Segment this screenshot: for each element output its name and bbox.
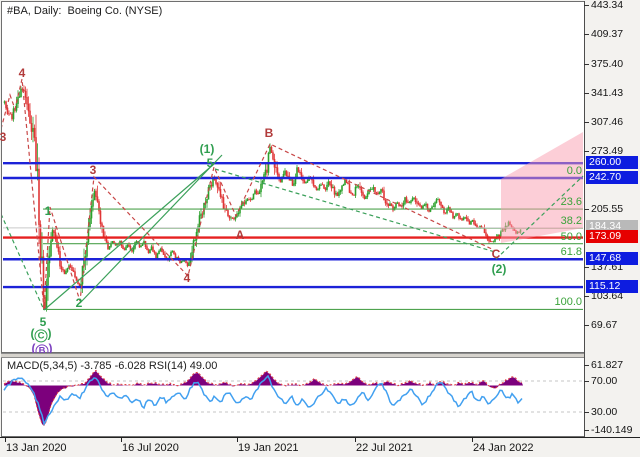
- wave-label-1: 1: [44, 204, 52, 218]
- wave-label-A: A: [235, 228, 245, 242]
- price-tick-341.43-tick: [584, 92, 589, 94]
- trend-line-dashed-1: [214, 168, 496, 253]
- macd-tick-30.00-tick: [584, 412, 589, 413]
- macd-tick-61.827-tick: [584, 365, 589, 366]
- fib-label-0.0: 0.0: [566, 165, 582, 177]
- fib-label-61.8: 61.8: [560, 246, 582, 259]
- macd-tick-70.00: 70.00: [591, 375, 618, 387]
- price-tick-375.40: 375.40: [591, 57, 624, 70]
- wave-label-3: 3: [89, 163, 97, 177]
- wave-zigzag: [2, 78, 495, 310]
- wave-label-3: 3: [0, 130, 7, 144]
- price-chart-canvas: [2, 78, 584, 312]
- wave-label-2: (2): [491, 262, 507, 276]
- price-tick-69.67-tick: [584, 324, 589, 326]
- price-tick-69.67: 69.67: [591, 318, 618, 331]
- price-tick-409.37: 409.37: [591, 28, 624, 41]
- price-tick-307.46-tick: [584, 121, 589, 123]
- fib-label-23.6: 23.6: [560, 196, 582, 209]
- fib-label-38.2: 38.2: [560, 215, 582, 228]
- wave-label-4: 4: [183, 271, 191, 285]
- wave-label-5: 5: [206, 156, 214, 170]
- wave-label-C: (C): [30, 326, 52, 343]
- price-badge-260.00: 260.00: [586, 155, 638, 169]
- price-tick-375.40-tick: [584, 63, 589, 65]
- macd-tick-30.00: 30.00: [591, 406, 618, 418]
- price-tick-409.37-tick: [584, 34, 589, 36]
- macd-indicator-label: MACD(5,34,5) -3.785 -6.028 RSI(14) 49.00: [7, 360, 218, 372]
- price-badge-147.68: 147.68: [586, 251, 638, 265]
- wave-label-4: 4: [18, 66, 26, 80]
- wave-label-1: (1): [199, 142, 215, 156]
- price-tick-205.55: 205.55: [591, 202, 624, 215]
- price-scale[interactable]: 443.34 409.37 375.40 341.43 307.46 273.49 205.…: [584, 0, 640, 437]
- macd-tick--140.149: -140.149: [591, 424, 633, 436]
- chart-title: #BA, Daily: Boeing Co. (NYSE): [7, 5, 163, 17]
- macd-tick-61.827: 61.827: [591, 359, 624, 371]
- wave-label-2: 2: [75, 296, 83, 310]
- price-tick-103.64-tick: [584, 295, 589, 297]
- macd-tick-70.00-tick: [584, 381, 589, 382]
- date-label: 22 Jul 2021: [356, 442, 413, 454]
- price-tick-137.61-tick: [584, 266, 589, 268]
- fib-label-100.0: 100.0: [554, 296, 582, 309]
- price-tick-443.34-tick: [584, 5, 589, 7]
- price-tick-307.46: 307.46: [591, 115, 624, 128]
- wave-label-B: B: [264, 126, 274, 140]
- macd-area: [4, 371, 523, 426]
- price-tick-205.55-tick: [584, 208, 589, 210]
- fib-label-50.0: 50.0: [560, 230, 582, 243]
- trading-chart-window: #BA, Daily: Boeing Co. (NYSE) 4 3 5(C)(B) 1…: [0, 0, 640, 457]
- price-badge-115.12: 115.12: [586, 279, 638, 293]
- price-chart-panel[interactable]: #BA, Daily: Boeing Co. (NYSE) 4 3 5(C)(B) 1…: [0, 1, 585, 358]
- date-label: 13 Jan 2020: [6, 442, 67, 454]
- price-tick-273.49-tick: [584, 150, 589, 152]
- price-badge-173.09: 173.09: [586, 230, 638, 244]
- date-axis[interactable]: 13 Jan 2020 16 Jul 2020 19 Jan 2021 22 Jul …: [0, 437, 640, 457]
- date-label: 16 Jul 2020: [122, 442, 179, 454]
- price-badge-242.70: 242.70: [586, 170, 638, 184]
- price-tick-443.34: 443.34: [591, 0, 624, 12]
- date-label: 24 Jan 2022: [473, 442, 534, 454]
- price-tick-341.43: 341.43: [591, 86, 624, 99]
- wave-label-5: 5: [39, 315, 47, 329]
- macd-tick--140.149-tick: [584, 430, 589, 431]
- macd-indicator-panel[interactable]: MACD(5,34,5) -3.785 -6.028 RSI(14) 49.00: [1, 358, 585, 437]
- trend-line-dashed-0: [2, 214, 45, 311]
- date-label: 19 Jan 2021: [238, 442, 299, 454]
- wave-label-C: C: [491, 247, 501, 261]
